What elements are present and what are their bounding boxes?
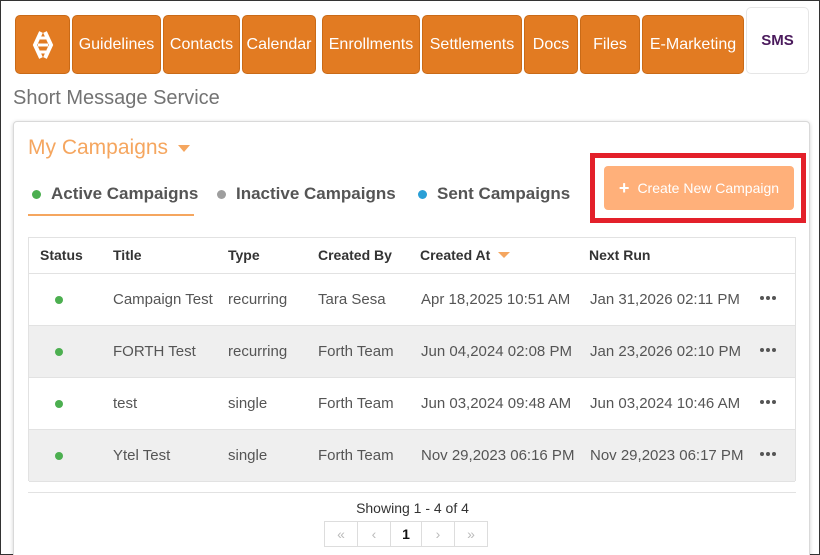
tab-files[interactable]: Files [580, 15, 640, 74]
create-button-label: Create New Campaign [637, 180, 780, 196]
column-created-by[interactable]: Created By [318, 247, 392, 263]
column-type[interactable]: Type [228, 247, 260, 263]
filter-sent-campaigns[interactable]: Sent Campaigns [418, 182, 570, 206]
filter-active-campaigns[interactable]: Active Campaigns [32, 182, 198, 206]
my-campaigns-label: My Campaigns [28, 136, 169, 159]
my-campaigns-dropdown[interactable]: My Campaigns [28, 136, 191, 160]
column-title[interactable]: Title [113, 247, 142, 263]
more-options-icon[interactable] [760, 296, 776, 300]
cell-created-by: Forth Team [318, 447, 394, 464]
table-row[interactable]: test single Forth Team Jun 03,2024 09:48… [29, 378, 795, 430]
campaigns-card: My Campaigns Active Campaigns Inactive C… [13, 121, 810, 555]
filter-label: Inactive Campaigns [236, 184, 396, 203]
column-status[interactable]: Status [40, 247, 83, 263]
cell-title: FORTH Test [113, 343, 196, 360]
last-page-button[interactable]: » [454, 521, 488, 547]
cell-type: recurring [228, 343, 288, 360]
cell-created-by: Forth Team [318, 395, 394, 412]
page-title: Short Message Service [13, 87, 220, 109]
cell-next-run: Nov 29,2023 06:17 PM [590, 447, 744, 464]
table-header: Status Title Type Created By Created At … [29, 238, 795, 274]
first-page-button[interactable]: « [324, 521, 358, 547]
cell-next-run: Jun 03,2024 10:46 AM [590, 395, 741, 412]
blue-dot-icon [418, 189, 427, 199]
filter-label: Active Campaigns [51, 184, 199, 203]
cell-created-by: Tara Sesa [318, 291, 386, 308]
cell-type: single [228, 395, 268, 412]
logo-icon [32, 30, 54, 60]
filter-inactive-campaigns[interactable]: Inactive Campaigns [217, 182, 396, 206]
app-logo-tab[interactable] [15, 15, 70, 74]
prev-page-button[interactable]: ‹ [357, 521, 391, 547]
more-options-icon[interactable] [760, 452, 776, 456]
tab-calendar[interactable]: Calendar [242, 15, 316, 74]
sort-desc-icon [498, 252, 511, 258]
cell-created-by: Forth Team [318, 343, 394, 360]
cell-title: Ytel Test [113, 447, 171, 464]
caret-down-icon [178, 144, 191, 152]
status-active-icon [55, 400, 63, 408]
status-active-icon [55, 348, 63, 356]
cell-created-at: Jun 04,2024 02:08 PM [421, 343, 572, 360]
create-new-campaign-button[interactable]: + Create New Campaign [604, 166, 794, 210]
tab-docs[interactable]: Docs [524, 15, 578, 74]
filter-label: Sent Campaigns [437, 184, 571, 203]
pagination-summary: Showing 1 - 4 of 4 [356, 500, 469, 516]
cell-next-run: Jan 23,2026 02:10 PM [590, 343, 741, 360]
tab-settlements[interactable]: Settlements [422, 15, 522, 74]
next-page-button[interactable]: › [421, 521, 455, 547]
column-created-at-label: Created At [420, 247, 491, 263]
tab-sms[interactable]: SMS [746, 7, 809, 74]
tab-contacts[interactable]: Contacts [163, 15, 240, 74]
gray-dot-icon [217, 189, 226, 199]
cell-created-at: Apr 18,2025 10:51 AM [421, 291, 571, 308]
cell-created-at: Nov 29,2023 06:16 PM [421, 447, 575, 464]
page-1-button[interactable]: 1 [390, 521, 422, 547]
table-footer-divider [28, 492, 796, 493]
pagination: « ‹ 1 › » [324, 521, 488, 547]
cell-next-run: Jan 31,2026 02:11 PM [590, 291, 740, 308]
tab-guidelines[interactable]: Guidelines [72, 15, 161, 74]
column-created-at[interactable]: Created At [420, 247, 511, 263]
tab-enrollments[interactable]: Enrollments [322, 15, 420, 74]
column-next-run[interactable]: Next Run [589, 247, 650, 263]
cell-type: single [228, 447, 268, 464]
campaigns-table: Status Title Type Created By Created At … [28, 237, 796, 482]
cell-created-at: Jun 03,2024 09:48 AM [421, 395, 572, 412]
green-dot-icon [32, 189, 41, 199]
status-active-icon [55, 452, 63, 460]
more-options-icon[interactable] [760, 400, 776, 404]
table-row[interactable]: Ytel Test single Forth Team Nov 29,2023 … [29, 430, 795, 482]
table-row[interactable]: Campaign Test recurring Tara Sesa Apr 18… [29, 274, 795, 326]
cell-type: recurring [228, 291, 288, 308]
more-options-icon[interactable] [760, 348, 776, 352]
tab-e-marketing[interactable]: E-Marketing [642, 15, 744, 74]
cell-title: test [113, 395, 138, 412]
table-row[interactable]: FORTH Test recurring Forth Team Jun 04,2… [29, 326, 795, 378]
active-filter-underline [28, 214, 194, 216]
plus-icon: + [618, 177, 630, 198]
status-active-icon [55, 296, 63, 304]
cell-title: Campaign Test [113, 291, 213, 308]
